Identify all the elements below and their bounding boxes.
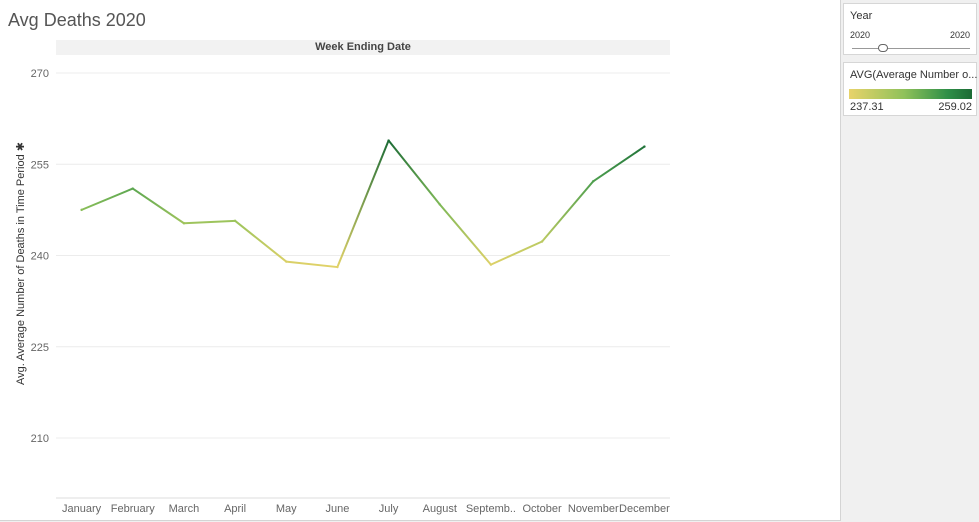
color-legend-card: AVG(Average Number o... 237.31 259.02 (843, 62, 977, 116)
year-filter-title: Year (850, 10, 873, 22)
x-tick-label: March (169, 503, 200, 515)
line-segment[interactable] (387, 139, 441, 206)
data-point[interactable] (540, 240, 544, 243)
year-filter-card: Year 2020 2020 (843, 3, 977, 55)
data-point[interactable] (643, 145, 646, 148)
y-tick-label: 210 (31, 433, 49, 445)
x-tick-label: August (423, 503, 457, 515)
data-point[interactable] (285, 260, 288, 263)
x-tick-label: April (224, 503, 246, 515)
line-segment[interactable] (131, 187, 185, 225)
x-tick-label: Septemb.. (466, 503, 516, 515)
x-tick-label: January (62, 503, 102, 515)
line-segment[interactable] (285, 260, 339, 269)
x-tick-label: June (325, 503, 349, 515)
data-point[interactable] (438, 203, 441, 206)
x-tick-label: February (111, 503, 156, 515)
year-slider-handle[interactable] (878, 44, 888, 52)
line-segment[interactable] (336, 139, 390, 269)
line-segment[interactable] (541, 180, 595, 243)
data-point[interactable] (131, 187, 134, 190)
color-legend-max: 259.02 (938, 101, 972, 113)
y-tick-label: 255 (31, 159, 49, 171)
data-point[interactable] (182, 222, 186, 225)
year-range-min: 2020 (850, 30, 871, 40)
y-tick-label: 240 (31, 251, 49, 263)
x-tick-label: December (619, 503, 670, 515)
data-point[interactable] (80, 208, 83, 212)
data-point[interactable] (592, 180, 595, 183)
x-tick-label: October (523, 503, 562, 515)
line-segment[interactable] (489, 240, 544, 266)
data-point[interactable] (387, 139, 390, 142)
data-point[interactable] (233, 219, 237, 223)
x-tick-label: May (276, 503, 297, 515)
chart-worksheet: Avg Deaths 2020 Week Ending Date Avg. Av… (0, 0, 841, 521)
y-tick-label: 225 (31, 342, 49, 354)
year-range-max: 2020 (949, 30, 970, 40)
line-chart: 210 225 240 255 270 January February March Apri… (31, 68, 670, 515)
y-tick-label: 270 (31, 68, 49, 80)
year-slider-track[interactable] (852, 48, 970, 49)
x-tick-label: July (379, 503, 399, 515)
x-tick-label: November (568, 503, 619, 515)
data-point[interactable] (489, 263, 493, 266)
line-segment[interactable] (182, 219, 237, 225)
color-legend-ramp (849, 89, 972, 99)
line-segment[interactable] (80, 187, 134, 211)
data-point[interactable] (336, 265, 339, 269)
color-legend-min: 237.31 (850, 101, 884, 113)
color-legend-title: AVG(Average Number o... (850, 69, 978, 81)
